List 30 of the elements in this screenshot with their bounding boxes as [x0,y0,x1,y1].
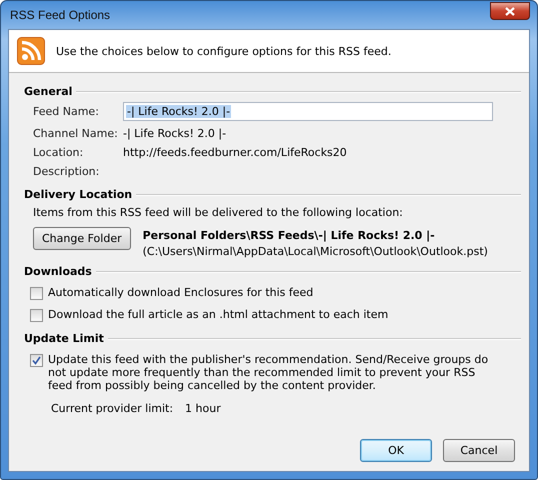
rss-icon [17,37,45,65]
close-icon [505,6,515,16]
section-title: General [24,85,72,98]
change-folder-button[interactable]: Change Folder [33,227,131,250]
field-value: -| Life Rocks! 2.0 |- [123,127,228,140]
checkbox-label[interactable]: Update this feed with the publisher's recommendation. Send/Receive groups do not update more frequently than the recommended limit to prevent your RSS feed from possibly being cancelled by the content provider. [48,353,521,392]
checkbox[interactable] [30,287,43,300]
section-title: Delivery Location [24,188,132,201]
close-button[interactable] [490,2,530,20]
file-path: (C:\Users\Nirmal\AppData\Local\Microsoft\Outlook\Outlook.pst) [142,245,488,258]
dialog-button[interactable]: Cancel [443,439,515,462]
checkbox[interactable] [30,354,43,367]
field-label: Description: [33,165,100,178]
limit-value: 1 hour [185,402,221,415]
folder-path: Personal Folders\RSS Feeds\-| Life Rocks! 2.0 |- [142,229,435,242]
checkbox-label[interactable]: Automatically download Enclosures for this feed [48,286,314,299]
dialog-button[interactable]: OK [360,439,432,462]
checkbox-label[interactable]: Download the full article as an .html attachment to each item [48,308,388,321]
checkbox[interactable] [30,309,43,322]
section-title: Downloads [24,265,92,278]
window-title: RSS Feed Options [9,8,110,22]
limit-label: Current provider limit: [51,402,174,415]
field-label: Feed Name: [33,105,100,118]
header-text: Use the choices below to configure options for this RSS feed. [56,44,392,58]
feed-name-field[interactable]: -| Life Rocks! 2.0 |- [123,102,493,121]
field-label: Channel Name: [33,127,119,140]
delivery-text: Items from this RSS feed will be delivered to the following location: [33,206,403,219]
section-title: Update Limit [24,332,104,345]
field-value: http://feeds.feedburner.com/LifeRocks20 [123,146,348,159]
field-label: Location: [33,146,84,159]
